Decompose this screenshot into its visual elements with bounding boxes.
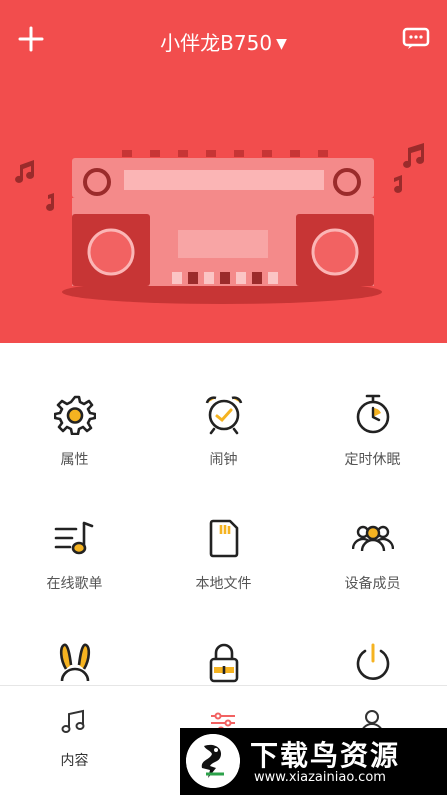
- radio-illustration: [15, 143, 424, 304]
- function-grid: 属性 闹钟 定时休眠 在线歌单 本地文件 设备成员: [0, 343, 447, 685]
- function-sleep-timer[interactable]: 定时休眠: [298, 343, 447, 468]
- sd-card-icon: [209, 519, 239, 558]
- watermark: 下载鸟资源 www.xiazainiao.com: [180, 728, 447, 795]
- lock-icon: [209, 643, 239, 683]
- function-label: 定时休眠: [344, 452, 401, 468]
- function-online-playlist[interactable]: 在线歌单: [0, 467, 149, 592]
- function-label: 属性: [60, 452, 89, 468]
- alarm-clock-icon: [205, 396, 243, 435]
- top-bar: 小伴龙B750 ▼: [0, 18, 447, 62]
- function-label: 设备成员: [344, 576, 401, 592]
- playlist-icon: [54, 521, 94, 555]
- chevron-down-icon: ▼: [276, 36, 287, 52]
- function-label: 本地文件: [195, 576, 252, 592]
- function-alarm[interactable]: 闹钟: [149, 343, 298, 468]
- function-label: 闹钟: [209, 452, 238, 468]
- function-local-files[interactable]: 本地文件: [149, 467, 298, 592]
- function-device-members[interactable]: 设备成员: [298, 467, 447, 592]
- header: 小伴龙B750 ▼: [0, 0, 447, 343]
- device-selector[interactable]: 小伴龙B750 ▼: [0, 27, 447, 56]
- members-icon: [352, 525, 394, 552]
- power-icon: [356, 643, 390, 680]
- tab-content[interactable]: 内容: [0, 686, 149, 795]
- device-name: 小伴龙B750: [160, 31, 273, 55]
- stopwatch-icon: [356, 394, 390, 434]
- tab-label: 内容: [60, 753, 89, 769]
- function-label: 在线歌单: [46, 576, 103, 592]
- watermark-url: www.xiazainiao.com: [254, 770, 386, 785]
- gear-icon: [54, 395, 96, 435]
- message-icon[interactable]: [402, 26, 430, 50]
- music-note-icon: [61, 709, 85, 733]
- function-properties[interactable]: 属性: [0, 343, 149, 468]
- watermark-title: 下载鸟资源: [250, 739, 401, 772]
- bird-logo-icon: [186, 734, 240, 788]
- bunny-icon: [59, 643, 91, 682]
